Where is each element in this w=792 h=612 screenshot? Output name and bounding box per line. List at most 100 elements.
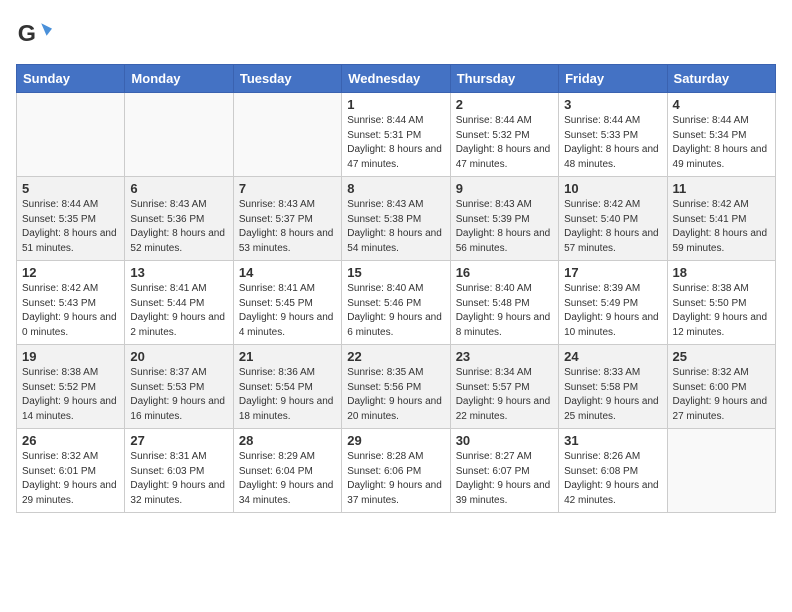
weekday-header: Friday [559, 65, 667, 93]
weekday-header: Saturday [667, 65, 775, 93]
calendar-cell: 22Sunrise: 8:35 AM Sunset: 5:56 PM Dayli… [342, 345, 450, 429]
day-info: Sunrise: 8:36 AM Sunset: 5:54 PM Dayligh… [239, 366, 336, 424]
day-number: 26 [22, 433, 119, 448]
day-number: 3 [564, 97, 661, 112]
day-number: 31 [564, 433, 661, 448]
calendar-week-row: 5 Sunrise: 8:44 AM Sunset: 5:35 PM Daylig… [17, 177, 776, 261]
calendar-cell: 19Sunrise: 8:38 AM Sunset: 5:52 PM Dayli… [17, 345, 125, 429]
day-info: Sunrise: 8:42 AM Sunset: 5:40 PM Dayligh… [564, 198, 661, 256]
day-info: Sunrise: 8:32 AM Sunset: 6:01 PM Dayligh… [22, 450, 119, 508]
day-info: Sunrise: 8:41 AM Sunset: 5:44 PM Dayligh… [130, 282, 227, 340]
day-number: 23 [456, 349, 553, 364]
calendar-cell: 14 Sunrise: 8:41 AM Sunset: 5:45 PM Dayli… [233, 261, 341, 345]
calendar-cell: 31Sunrise: 8:26 AM Sunset: 6:08 PM Dayli… [559, 429, 667, 513]
day-info: Sunrise: 8:38 AM Sunset: 5:50 PM Dayligh… [673, 282, 770, 340]
day-number: 6 [130, 181, 227, 196]
calendar-week-row: 12 Sunrise: 8:42 AM Sunset: 5:43 PM Dayli… [17, 261, 776, 345]
calendar-cell: 25Sunrise: 8:32 AM Sunset: 6:00 PM Dayli… [667, 345, 775, 429]
day-number: 25 [673, 349, 770, 364]
calendar-cell: 4 Sunrise: 8:44 AM Sunset: 5:34 PM Daylig… [667, 93, 775, 177]
day-info: Sunrise: 8:29 AM Sunset: 6:04 PM Dayligh… [239, 450, 336, 508]
calendar-table: SundayMondayTuesdayWednesdayThursdayFrid… [16, 64, 776, 513]
day-info: Sunrise: 8:42 AM Sunset: 5:43 PM Dayligh… [22, 282, 119, 340]
weekday-header: Monday [125, 65, 233, 93]
day-number: 27 [130, 433, 227, 448]
calendar-cell: 28 Sunrise: 8:29 AM Sunset: 6:04 PM Dayli… [233, 429, 341, 513]
day-number: 29 [347, 433, 444, 448]
calendar-cell: 11 Sunrise: 8:42 AM Sunset: 5:41 PM Dayli… [667, 177, 775, 261]
day-info: Sunrise: 8:44 AM Sunset: 5:33 PM Dayligh… [564, 114, 661, 172]
calendar-cell: 13 Sunrise: 8:41 AM Sunset: 5:44 PM Dayli… [125, 261, 233, 345]
calendar-cell: 10 Sunrise: 8:42 AM Sunset: 5:40 PM Dayli… [559, 177, 667, 261]
day-info: Sunrise: 8:44 AM Sunset: 5:34 PM Dayligh… [673, 114, 770, 172]
day-info: Sunrise: 8:43 AM Sunset: 5:37 PM Dayligh… [239, 198, 336, 256]
day-number: 28 [239, 433, 336, 448]
logo: G [16, 16, 56, 52]
calendar-cell: 30 Sunrise: 8:27 AM Sunset: 6:07 PM Dayli… [450, 429, 558, 513]
day-number: 2 [456, 97, 553, 112]
day-number: 14 [239, 265, 336, 280]
day-info: Sunrise: 8:40 AM Sunset: 5:46 PM Dayligh… [347, 282, 444, 340]
calendar-week-row: 1 Sunrise: 8:44 AM Sunset: 5:31 PM Daylig… [17, 93, 776, 177]
day-info: Sunrise: 8:43 AM Sunset: 5:39 PM Dayligh… [456, 198, 553, 256]
calendar-cell: 29 Sunrise: 8:28 AM Sunset: 6:06 PM Dayli… [342, 429, 450, 513]
day-info: Sunrise: 8:42 AM Sunset: 5:41 PM Dayligh… [673, 198, 770, 256]
day-number: 17 [564, 265, 661, 280]
day-info: Sunrise: 8:44 AM Sunset: 5:35 PM Dayligh… [22, 198, 119, 256]
day-info: Sunrise: 8:35 AM Sunset: 5:56 PM Dayligh… [347, 366, 444, 424]
day-info: Sunrise: 8:44 AM Sunset: 5:31 PM Dayligh… [347, 114, 444, 172]
calendar-cell [667, 429, 775, 513]
calendar-cell: 26 Sunrise: 8:32 AM Sunset: 6:01 PM Dayli… [17, 429, 125, 513]
day-info: Sunrise: 8:44 AM Sunset: 5:32 PM Dayligh… [456, 114, 553, 172]
calendar-cell: 23 Sunrise: 8:34 AM Sunset: 5:57 PM Dayli… [450, 345, 558, 429]
day-info: Sunrise: 8:33 AM Sunset: 5:58 PM Dayligh… [564, 366, 661, 424]
calendar-cell: 17 Sunrise: 8:39 AM Sunset: 5:49 PM Dayli… [559, 261, 667, 345]
day-number: 7 [239, 181, 336, 196]
calendar-week-row: 26 Sunrise: 8:32 AM Sunset: 6:01 PM Dayli… [17, 429, 776, 513]
day-info: Sunrise: 8:38 AM Sunset: 5:52 PM Dayligh… [22, 366, 119, 424]
calendar-cell: 8Sunrise: 8:43 AM Sunset: 5:38 PM Daylig… [342, 177, 450, 261]
day-number: 9 [456, 181, 553, 196]
calendar-cell: 9 Sunrise: 8:43 AM Sunset: 5:39 PM Daylig… [450, 177, 558, 261]
calendar-cell: 15 Sunrise: 8:40 AM Sunset: 5:46 PM Dayli… [342, 261, 450, 345]
day-info: Sunrise: 8:34 AM Sunset: 5:57 PM Dayligh… [456, 366, 553, 424]
calendar-cell [233, 93, 341, 177]
day-number: 21 [239, 349, 336, 364]
day-number: 11 [673, 181, 770, 196]
day-info: Sunrise: 8:41 AM Sunset: 5:45 PM Dayligh… [239, 282, 336, 340]
day-number: 18 [673, 265, 770, 280]
calendar-cell: 18 Sunrise: 8:38 AM Sunset: 5:50 PM Dayli… [667, 261, 775, 345]
calendar-header-row: SundayMondayTuesdayWednesdayThursdayFrid… [17, 65, 776, 93]
calendar-cell: 12 Sunrise: 8:42 AM Sunset: 5:43 PM Dayli… [17, 261, 125, 345]
day-number: 5 [22, 181, 119, 196]
day-info: Sunrise: 8:37 AM Sunset: 5:53 PM Dayligh… [130, 366, 227, 424]
calendar-cell: 5 Sunrise: 8:44 AM Sunset: 5:35 PM Daylig… [17, 177, 125, 261]
day-info: Sunrise: 8:40 AM Sunset: 5:48 PM Dayligh… [456, 282, 553, 340]
calendar-week-row: 19Sunrise: 8:38 AM Sunset: 5:52 PM Dayli… [17, 345, 776, 429]
day-number: 20 [130, 349, 227, 364]
day-info: Sunrise: 8:27 AM Sunset: 6:07 PM Dayligh… [456, 450, 553, 508]
day-number: 1 [347, 97, 444, 112]
day-number: 10 [564, 181, 661, 196]
calendar-cell: 20 Sunrise: 8:37 AM Sunset: 5:53 PM Dayli… [125, 345, 233, 429]
day-number: 16 [456, 265, 553, 280]
day-number: 4 [673, 97, 770, 112]
page-header: G [16, 16, 776, 52]
calendar-cell: 16 Sunrise: 8:40 AM Sunset: 5:48 PM Dayli… [450, 261, 558, 345]
weekday-header: Thursday [450, 65, 558, 93]
calendar-cell: 27 Sunrise: 8:31 AM Sunset: 6:03 PM Dayli… [125, 429, 233, 513]
day-number: 13 [130, 265, 227, 280]
weekday-header: Wednesday [342, 65, 450, 93]
day-info: Sunrise: 8:39 AM Sunset: 5:49 PM Dayligh… [564, 282, 661, 340]
day-number: 30 [456, 433, 553, 448]
day-info: Sunrise: 8:28 AM Sunset: 6:06 PM Dayligh… [347, 450, 444, 508]
weekday-header: Tuesday [233, 65, 341, 93]
day-info: Sunrise: 8:31 AM Sunset: 6:03 PM Dayligh… [130, 450, 227, 508]
calendar-cell: 6 Sunrise: 8:43 AM Sunset: 5:36 PM Daylig… [125, 177, 233, 261]
day-number: 12 [22, 265, 119, 280]
calendar-cell: 24Sunrise: 8:33 AM Sunset: 5:58 PM Dayli… [559, 345, 667, 429]
day-number: 15 [347, 265, 444, 280]
calendar-cell [17, 93, 125, 177]
svg-text:G: G [18, 20, 36, 46]
day-info: Sunrise: 8:43 AM Sunset: 5:36 PM Dayligh… [130, 198, 227, 256]
